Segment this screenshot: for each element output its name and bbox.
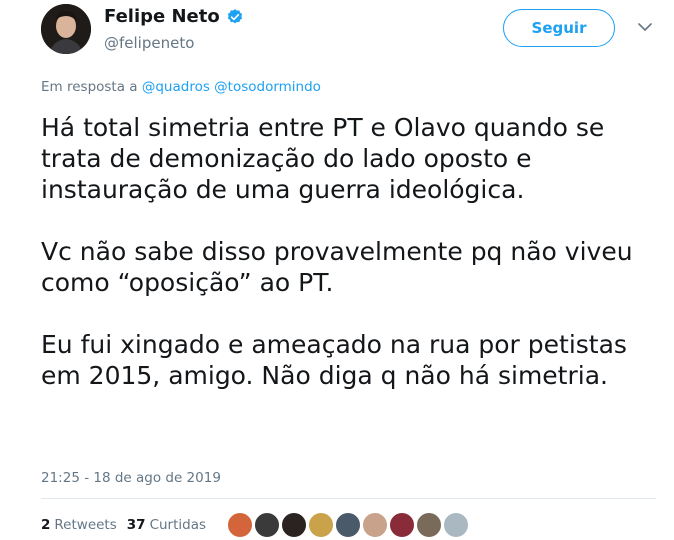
likes-label[interactable]: Curtidas [150,517,206,533]
follow-button[interactable]: Seguir [503,9,615,47]
retweets-stat[interactable]: 2 Retweets [41,517,117,533]
liker-avatars [227,512,470,538]
tweet-paragraph: Eu fui xingado e ameaçado na rua por pet… [41,330,627,390]
tweet-paragraph: Vc não sabe disso provavelmente pq não v… [41,237,633,297]
reply-context: Em resposta a @quadros @tosodormindo [41,79,321,95]
liker-avatar[interactable] [335,512,361,538]
liker-avatar[interactable] [281,512,307,538]
author-avatar[interactable] [41,4,91,54]
liker-avatar[interactable] [227,512,253,538]
retweets-label[interactable]: Retweets [54,517,116,533]
author-name[interactable]: Felipe Neto [104,6,244,27]
chevron-down-icon[interactable] [638,22,652,32]
tweet-timestamp[interactable]: 21:25 - 18 de ago de 2019 [41,470,221,486]
tweet-text: Há total simetria entre PT e Olavo quand… [41,112,661,422]
tweet-stats: 2 Retweets 37 Curtidas [41,517,216,533]
liker-avatar[interactable] [254,512,280,538]
reply-mention-link[interactable]: @tosodormindo [214,79,321,95]
author-handle[interactable]: @felipeneto [104,34,194,52]
author-name-text[interactable]: Felipe Neto [104,6,220,27]
verified-badge-icon [227,8,242,23]
likes-stat[interactable]: 37 Curtidas [127,517,206,533]
reply-prefix: Em resposta a [41,79,138,95]
liker-avatar[interactable] [308,512,334,538]
reply-mention-link[interactable]: @quadros [142,79,210,95]
likes-count[interactable]: 37 [127,517,146,533]
tweet-paragraph: Há total simetria entre PT e Olavo quand… [41,113,605,204]
stats-divider [41,498,656,499]
liker-avatar[interactable] [443,512,469,538]
retweets-count[interactable]: 2 [41,517,50,533]
liker-avatar[interactable] [362,512,388,538]
liker-avatar[interactable] [416,512,442,538]
liker-avatar[interactable] [389,512,415,538]
